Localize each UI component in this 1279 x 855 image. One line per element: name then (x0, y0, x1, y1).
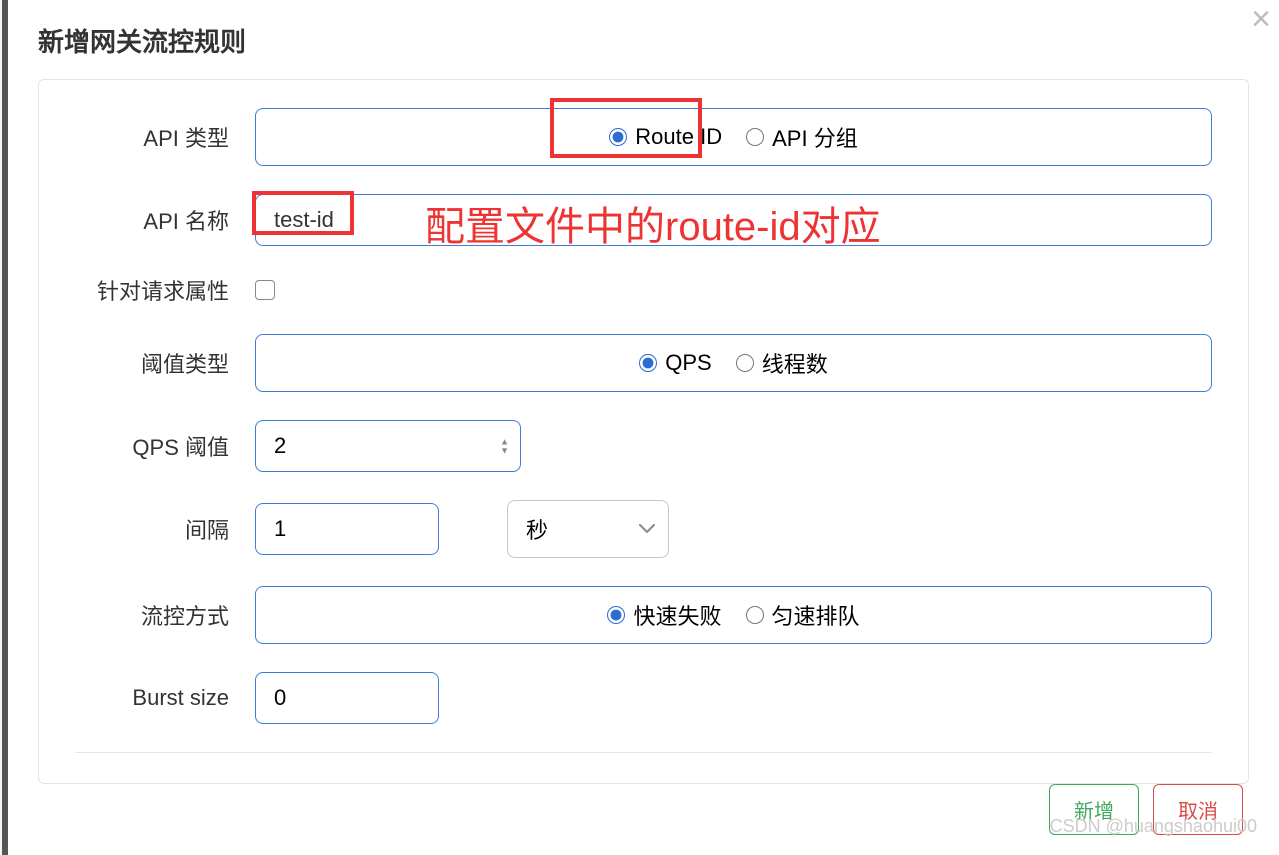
threshold-type-group: QPS 线程数 (255, 334, 1212, 392)
modal-body: API 类型 Route ID API 分组 API 名称 (38, 79, 1249, 784)
divider (75, 752, 1212, 753)
threshold-type-control: QPS 线程数 (255, 334, 1212, 392)
radio-queue-input[interactable] (746, 606, 764, 624)
row-interval: 间隔 秒 (75, 500, 1212, 558)
radio-fail-fast-label: 快速失败 (633, 599, 721, 631)
row-flow-mode: 流控方式 快速失败 匀速排队 (75, 586, 1212, 644)
radio-fail-fast[interactable]: 快速失败 (607, 599, 721, 631)
radio-threads-input[interactable] (736, 354, 754, 372)
radio-queue[interactable]: 匀速排队 (746, 599, 860, 631)
burst-input[interactable] (255, 672, 439, 724)
watermark: CSDN @huangshaohui00 (1050, 816, 1257, 837)
qps-threshold-wrap: ▲ ▼ (255, 420, 521, 472)
label-api-type: API 类型 (75, 121, 255, 153)
radio-api-group[interactable]: API 分组 (746, 121, 858, 153)
api-type-control: Route ID API 分组 (255, 108, 1212, 166)
label-qps-threshold: QPS 阈值 (75, 430, 255, 462)
radio-queue-label: 匀速排队 (772, 599, 860, 631)
qps-threshold-input[interactable] (255, 420, 521, 472)
row-req-attr: 针对请求属性 (75, 274, 1212, 306)
row-threshold-type: 阈值类型 QPS 线程数 (75, 334, 1212, 392)
radio-qps-input[interactable] (639, 354, 657, 372)
interval-input[interactable] (255, 503, 439, 555)
api-name-control: 配置文件中的route-id对应 (255, 194, 1212, 246)
radio-qps[interactable]: QPS (639, 350, 711, 376)
label-threshold-type: 阈值类型 (75, 347, 255, 379)
spinner-up-icon[interactable]: ▲ (500, 438, 509, 446)
modal-header: 新增网关流控规则 × (8, 0, 1279, 79)
close-icon[interactable]: × (1251, 2, 1271, 36)
label-burst: Burst size (75, 685, 255, 711)
burst-control (255, 672, 1212, 724)
modal-dialog: 新增网关流控规则 × API 类型 Route ID API 分组 (2, 0, 1279, 855)
qps-threshold-control: ▲ ▼ (255, 420, 1212, 472)
radio-qps-label: QPS (665, 350, 711, 376)
label-req-attr: 针对请求属性 (75, 274, 255, 306)
interval-unit-select[interactable]: 秒 (507, 500, 669, 558)
radio-route-id-input[interactable] (609, 128, 627, 146)
row-qps-threshold: QPS 阈值 ▲ ▼ (75, 420, 1212, 472)
row-burst: Burst size (75, 672, 1212, 724)
radio-route-id-label: Route ID (635, 124, 722, 150)
api-type-group: Route ID API 分组 (255, 108, 1212, 166)
row-api-type: API 类型 Route ID API 分组 (75, 108, 1212, 166)
label-interval: 间隔 (75, 513, 255, 545)
spinner-down-icon[interactable]: ▼ (500, 447, 509, 455)
interval-unit-value: 秒 (507, 500, 669, 558)
flow-mode-group: 快速失败 匀速排队 (255, 586, 1212, 644)
req-attr-control (255, 280, 1212, 300)
label-api-name: API 名称 (75, 204, 255, 236)
flow-mode-control: 快速失败 匀速排队 (255, 586, 1212, 644)
req-attr-checkbox[interactable] (255, 280, 275, 300)
radio-threads[interactable]: 线程数 (736, 347, 828, 379)
radio-fail-fast-input[interactable] (607, 606, 625, 624)
interval-control: 秒 (255, 500, 1212, 558)
radio-api-group-input[interactable] (746, 128, 764, 146)
label-flow-mode: 流控方式 (75, 599, 255, 631)
radio-api-group-label: API 分组 (772, 121, 858, 153)
radio-route-id[interactable]: Route ID (609, 124, 722, 150)
radio-threads-label: 线程数 (762, 347, 828, 379)
api-name-input[interactable] (255, 194, 1212, 246)
modal-title: 新增网关流控规则 (38, 22, 1249, 59)
row-api-name: API 名称 配置文件中的route-id对应 (75, 194, 1212, 246)
qps-spinner: ▲ ▼ (500, 438, 509, 455)
